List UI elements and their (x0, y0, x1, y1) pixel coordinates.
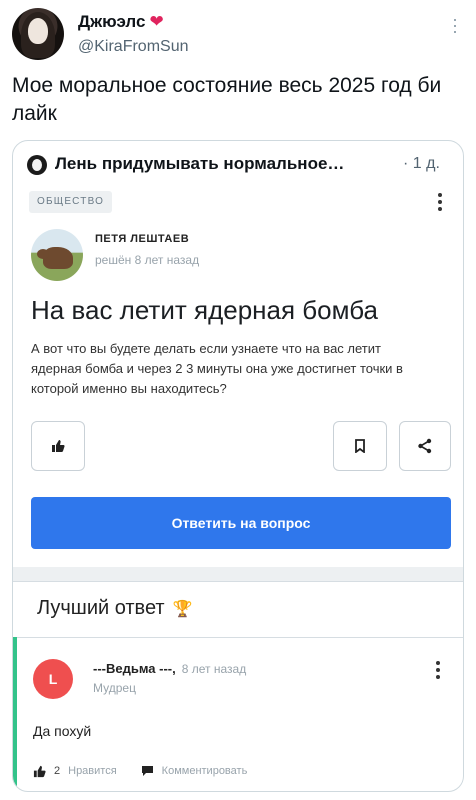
tweet-header: Джюэлс ❤ @KiraFromSun · · · (12, 8, 464, 60)
display-name-text[interactable]: Джюэлс (78, 12, 145, 31)
bookmark-button[interactable] (333, 421, 387, 471)
trophy-icon: 🏆 (172, 601, 193, 618)
answer-accent-bar (13, 637, 17, 791)
author-avatar[interactable] (31, 229, 83, 281)
share-icon (418, 438, 432, 454)
bear-image (37, 247, 73, 269)
quote-time: · 1 д. (403, 155, 440, 172)
answer-question-button[interactable]: Ответить на вопрос (31, 497, 451, 549)
like-link[interactable]: Нравится (68, 765, 117, 777)
question-body: А вот что вы будете делать если узнаете … (31, 341, 403, 396)
quote-author: Лень придумывать нормальное… (55, 154, 345, 173)
display-name[interactable]: Джюэлс ❤ (78, 12, 164, 32)
bookmark-icon (355, 439, 365, 453)
question-title: На вас летит ядерная бомба (31, 295, 378, 325)
avatar-face (28, 18, 48, 44)
author-meta: решён 8 лет назад (95, 253, 200, 267)
comment-icon[interactable] (141, 765, 154, 777)
more-icon[interactable] (435, 661, 441, 682)
answer-footer: 2 Нравится Комментировать (33, 761, 247, 781)
answer-text: Да похуй (33, 723, 92, 739)
best-answer: L ---Ведьма ---, 8 лет назад Мудрец Да по… (13, 637, 463, 791)
quote-header: Лень придумывать нормальное… · 1 д. (27, 153, 457, 177)
quoted-tweet[interactable]: Лень придумывать нормальное… · 1 д. ОБЩЕ… (12, 140, 464, 792)
quote-avatar (27, 155, 47, 175)
best-answer-heading: Лучший ответ 🏆 (37, 597, 193, 620)
more-icon[interactable] (437, 193, 443, 214)
section-divider (13, 567, 463, 581)
divider (13, 581, 463, 582)
more-icon[interactable]: · · · (450, 10, 460, 40)
best-answer-label: Лучший ответ (37, 597, 165, 619)
thumbs-up-icon[interactable] (33, 765, 46, 778)
share-button[interactable] (399, 421, 451, 471)
category-badge[interactable]: ОБЩЕСТВО (29, 191, 113, 213)
answerer-name[interactable]: ---Ведьма ---, 8 лет назад (93, 661, 246, 676)
answerer-rank: Мудрец (93, 681, 136, 695)
tweet-text: Мое моральное состояние весь 2025 год би… (12, 74, 442, 125)
user-avatar[interactable] (12, 8, 64, 60)
thumbs-up-icon (52, 440, 65, 452)
answer-time: 8 лет назад (181, 662, 247, 676)
user-handle[interactable]: @KiraFromSun (78, 38, 189, 56)
answerer-avatar[interactable]: L (33, 659, 73, 699)
heart-icon: ❤ (149, 12, 164, 31)
author-name[interactable]: ПЕТЯ ЛЕШТАЕВ (95, 233, 189, 245)
comment-link[interactable]: Комментировать (162, 765, 248, 777)
likes-count: 2 (54, 765, 61, 777)
answerer-name-text[interactable]: ---Ведьма ---, (93, 661, 176, 676)
like-button[interactable] (31, 421, 85, 471)
